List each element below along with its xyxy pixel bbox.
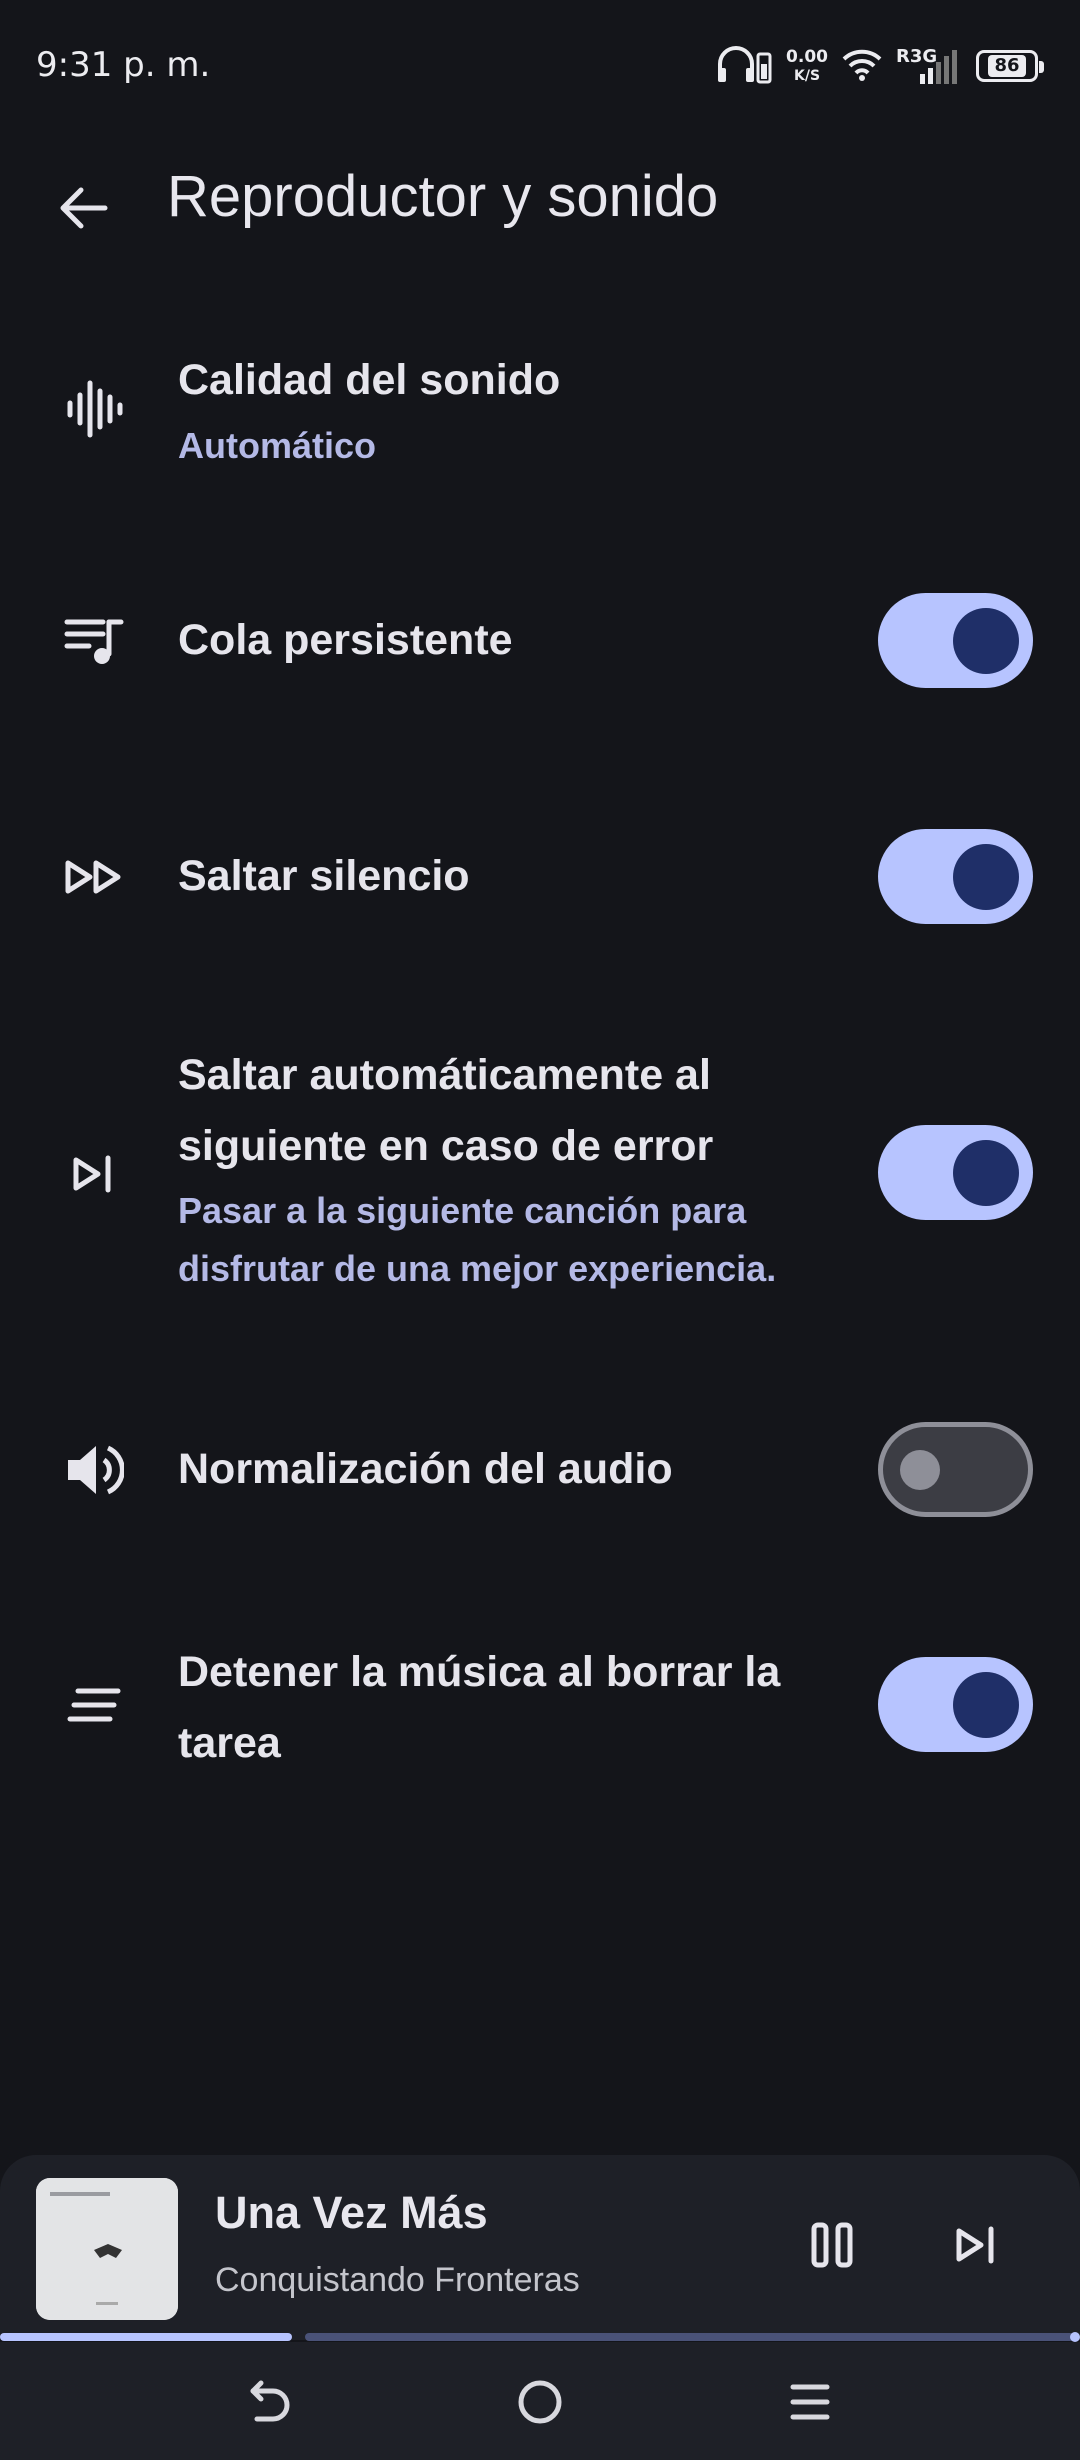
setting-stop-music-on-task-clear[interactable]: Detener la música al borrar la tarea <box>0 1637 1080 1787</box>
setting-audio-normalization[interactable]: Normalización del audio <box>0 1422 1080 1517</box>
track-title: Una Vez Más <box>215 2187 488 2238</box>
auto-skip-toggle[interactable] <box>878 1125 1033 1220</box>
waveform-icon <box>54 369 134 449</box>
playback-progress[interactable] <box>0 2330 1080 2342</box>
fast-forward-icon <box>54 837 134 917</box>
queue-music-icon <box>54 601 134 681</box>
nav-home-button[interactable] <box>500 2362 580 2442</box>
cell-signal-icon: R3G <box>896 44 962 88</box>
battery-level: 86 <box>988 55 1026 77</box>
pause-icon <box>811 2222 853 2268</box>
setting-skip-silence[interactable]: Saltar silencio <box>0 829 1080 924</box>
setting-subtitle: Automático <box>178 425 376 466</box>
battery-icon: 86 <box>976 50 1044 82</box>
setting-auto-skip-on-error[interactable]: Saltar automáticamente al siguiente en c… <box>0 1040 1080 1310</box>
status-bar: 9:31 p. m. 0.00 K/S R3G 86 <box>0 0 1080 130</box>
status-icons: 0.00 K/S R3G 86 <box>716 44 1044 88</box>
arrow-back-icon <box>60 187 108 229</box>
setting-title-line-2: siguiente en caso de error <box>178 1122 714 1170</box>
toggle-knob <box>953 844 1019 910</box>
nav-home-icon <box>518 2380 562 2424</box>
clear-all-icon <box>54 1665 134 1745</box>
progress-track <box>305 2333 1074 2341</box>
next-track-button[interactable] <box>945 2210 1009 2280</box>
toggle-knob <box>953 1672 1019 1738</box>
app-bar: Reproductor y sonido <box>0 130 1080 280</box>
skip-next-icon <box>54 1134 134 1214</box>
album-art[interactable] <box>36 2178 178 2320</box>
network-speed: 0.00 K/S <box>786 47 828 84</box>
setting-title-line-1: Saltar automáticamente al <box>178 1051 711 1099</box>
status-time: 9:31 p. m. <box>36 45 211 85</box>
setting-subtitle-line-1: Pasar a la siguiente canción para <box>178 1190 747 1231</box>
progress-fill <box>0 2333 292 2341</box>
volume-icon <box>54 1430 134 1510</box>
toggle-knob <box>953 608 1019 674</box>
stop-music-toggle[interactable] <box>878 1657 1033 1752</box>
mini-player[interactable]: Una Vez Más Conquistando Fronteras <box>0 2155 1080 2340</box>
setting-title-line-1: Detener la música al borrar la <box>178 1648 781 1696</box>
network-speed-value: 0.00 <box>786 47 828 67</box>
headphones-icon <box>716 44 772 88</box>
network-speed-unit: K/S <box>794 68 821 84</box>
setting-sound-quality[interactable]: Calidad del sonido Automático <box>0 335 1080 485</box>
persistent-queue-toggle[interactable] <box>878 593 1033 688</box>
track-artist: Conquistando Fronteras <box>215 2261 580 2299</box>
audio-normalization-toggle[interactable] <box>878 1422 1033 1517</box>
progress-end-dot <box>1070 2332 1080 2342</box>
nav-back-icon <box>250 2380 290 2422</box>
nav-back-button[interactable] <box>230 2362 310 2442</box>
back-button[interactable] <box>48 173 118 243</box>
pause-button[interactable] <box>800 2210 864 2280</box>
page-title: Reproductor y sonido <box>167 164 719 229</box>
toggle-knob <box>900 1450 940 1490</box>
skip-next-icon <box>956 2226 994 2264</box>
setting-subtitle-line-2: disfrutar de una mejor experiencia. <box>178 1248 777 1289</box>
setting-title: Normalización del audio <box>178 1445 673 1493</box>
setting-persistent-queue[interactable]: Cola persistente <box>0 593 1080 688</box>
skip-silence-toggle[interactable] <box>878 829 1033 924</box>
nav-menu-icon <box>790 2384 830 2420</box>
toggle-knob <box>953 1140 1019 1206</box>
setting-title-line-2: tarea <box>178 1719 281 1767</box>
wifi-icon <box>842 47 882 85</box>
setting-title: Calidad del sonido <box>178 356 561 404</box>
nav-menu-button[interactable] <box>770 2362 850 2442</box>
navigation-bar <box>0 2342 1080 2460</box>
setting-title: Cola persistente <box>178 616 513 664</box>
setting-title: Saltar silencio <box>178 852 470 900</box>
